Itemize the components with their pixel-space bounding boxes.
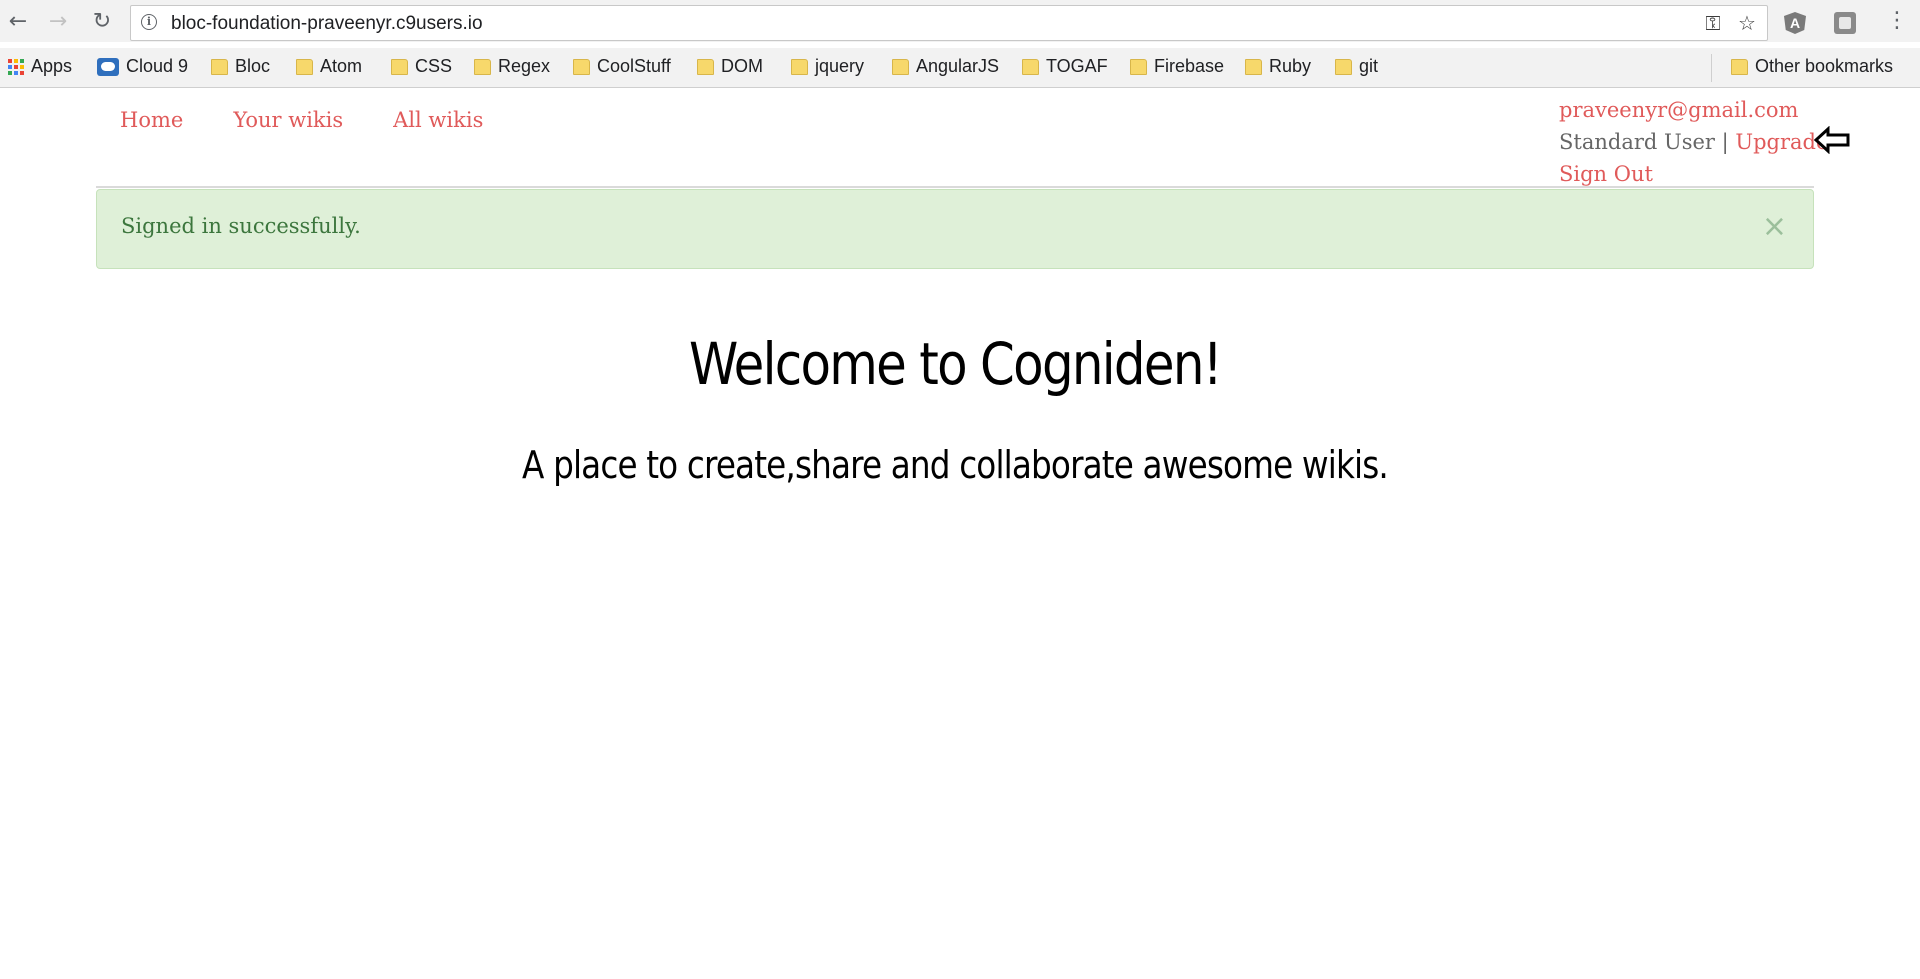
page-subtitle: A place to create,share and collaborate …	[522, 443, 1389, 487]
sign-out-link[interactable]: Sign Out	[1559, 162, 1653, 186]
bookmark-label: Ruby	[1269, 56, 1312, 76]
folder-icon	[1022, 58, 1039, 75]
role-separator: |	[1714, 130, 1736, 154]
bookmark-label: Apps	[31, 56, 73, 76]
folder-icon	[1335, 58, 1352, 75]
bookmark-git[interactable]: git	[1335, 56, 1378, 77]
bookmark-label: TOGAF	[1046, 56, 1108, 76]
user-role: Standard User	[1559, 130, 1715, 154]
bookmark-label: Regex	[498, 56, 551, 76]
bookmark-label: Atom	[320, 56, 363, 76]
folder-icon	[892, 58, 909, 75]
bookmark-jquery[interactable]: jquery	[791, 56, 864, 77]
folder-icon	[391, 58, 408, 75]
flash-alert: Signed in successfully. ×	[96, 189, 1814, 269]
user-email-link[interactable]: praveenyr@gmail.com	[1559, 98, 1798, 122]
bookmark-label: DOM	[721, 56, 763, 76]
url-text[interactable]: bloc-foundation-praveenyr.c9users.io	[171, 13, 483, 35]
forward-button[interactable]: →	[44, 7, 72, 35]
alert-message: Signed in successfully.	[121, 214, 361, 238]
bookmark-label: Other bookmarks	[1755, 56, 1894, 76]
browser-toolbar: ← → ↻ i bloc-foundation-praveenyr.c9user…	[0, 0, 1920, 42]
extension-icon[interactable]	[1834, 12, 1856, 34]
bookmark-label: Bloc	[235, 56, 271, 76]
bookmarks-divider	[1711, 54, 1712, 82]
bookmark-label: AngularJS	[916, 56, 1000, 76]
bookmark-label: jquery	[815, 56, 865, 76]
bookmark-apps[interactable]: Apps	[8, 56, 72, 77]
page-title: Welcome to Cogniden!	[689, 330, 1223, 398]
nav-your-wikis-link[interactable]: Your wikis	[233, 108, 343, 132]
browser-menu-icon[interactable]: ⋮	[1886, 8, 1908, 34]
back-button[interactable]: ←	[4, 7, 32, 35]
bookmark-label: CSS	[415, 56, 453, 76]
angular-extension-icon[interactable]: A	[1784, 12, 1806, 34]
bookmark-bloc[interactable]: Bloc	[211, 56, 270, 77]
cloud9-icon	[97, 57, 119, 76]
bookmark-label: git	[1359, 56, 1379, 76]
folder-icon	[1130, 58, 1147, 75]
nav-home-link[interactable]: Home	[120, 108, 183, 132]
folder-icon	[697, 58, 714, 75]
folder-icon	[573, 58, 590, 75]
bookmark-label: Firebase	[1154, 56, 1225, 76]
arrow-left-icon	[1813, 126, 1850, 154]
star-icon[interactable]: ☆	[1735, 11, 1759, 35]
folder-icon	[296, 58, 313, 75]
bookmark-cloud9[interactable]: Cloud 9	[97, 56, 188, 77]
close-icon[interactable]: ×	[1762, 212, 1787, 242]
info-icon[interactable]: i	[141, 14, 157, 30]
user-box: praveenyr@gmail.com Standard User | Upgr…	[1559, 94, 1828, 190]
bookmark-css[interactable]: CSS	[391, 56, 452, 77]
bookmarks-bar: Apps Cloud 9 Bloc Atom CSS Regex CoolStu…	[0, 48, 1920, 88]
address-bar[interactable]: i bloc-foundation-praveenyr.c9users.io ⚿…	[130, 5, 1768, 41]
folder-icon	[1731, 58, 1748, 75]
site-nav: Home Your wikis All wikis	[120, 108, 483, 132]
folder-icon	[474, 58, 491, 75]
bookmark-regex[interactable]: Regex	[474, 56, 550, 77]
bookmark-togaf[interactable]: TOGAF	[1022, 56, 1108, 77]
apps-icon	[8, 58, 24, 75]
header-divider	[96, 186, 1814, 188]
bookmark-dom[interactable]: DOM	[697, 56, 763, 77]
folder-icon	[1245, 58, 1262, 75]
bookmark-ruby[interactable]: Ruby	[1245, 56, 1311, 77]
bookmark-other[interactable]: Other bookmarks	[1731, 56, 1893, 77]
reload-button[interactable]: ↻	[88, 7, 116, 35]
folder-icon	[791, 58, 808, 75]
nav-all-wikis-link[interactable]: All wikis	[393, 108, 483, 132]
bookmark-firebase[interactable]: Firebase	[1130, 56, 1224, 77]
key-icon[interactable]: ⚿	[1701, 11, 1725, 35]
bookmark-coolstuff[interactable]: CoolStuff	[573, 56, 671, 77]
bookmark-label: Cloud 9	[126, 56, 189, 76]
bookmark-label: CoolStuff	[597, 56, 671, 76]
folder-icon	[211, 58, 228, 75]
bookmark-angularjs[interactable]: AngularJS	[892, 56, 999, 77]
bookmark-atom[interactable]: Atom	[296, 56, 362, 77]
